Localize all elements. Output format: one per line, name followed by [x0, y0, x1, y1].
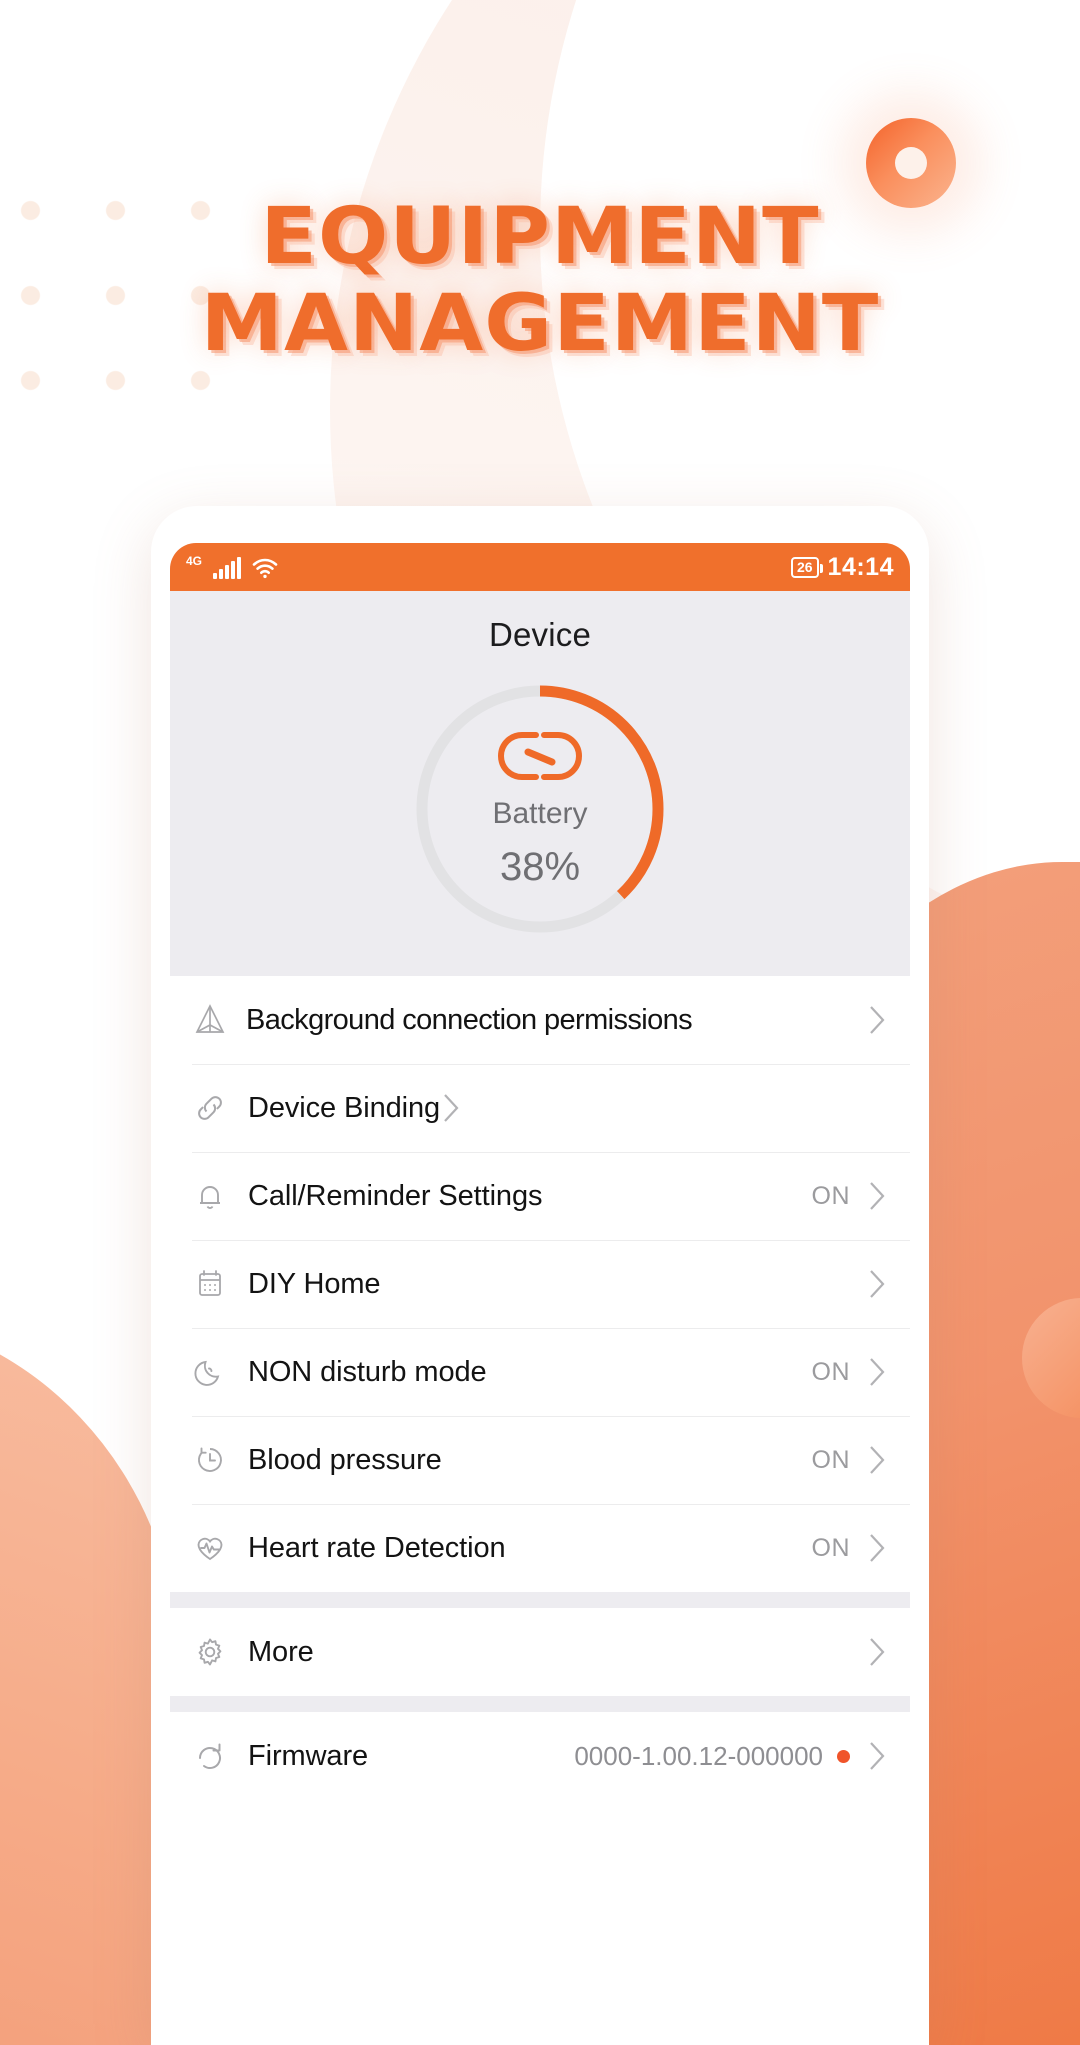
list-section-divider — [170, 1592, 910, 1608]
status-bar-clock: 14:14 — [827, 552, 894, 581]
chevron-right-icon — [866, 1635, 888, 1669]
list-item-heart-rate-detection[interactable]: Heart rate Detection ON — [170, 1504, 910, 1592]
wifi-icon — [252, 557, 278, 579]
device-title: Device — [488, 616, 592, 653]
donut-decoration-icon — [866, 118, 956, 208]
chevron-right-icon — [866, 1443, 888, 1477]
chevron-right-icon — [866, 1739, 888, 1773]
heart-pulse-icon — [192, 1530, 238, 1566]
list-item-label: Firmware — [248, 1739, 369, 1772]
list-item-diy-home[interactable]: DIY Home — [170, 1240, 910, 1328]
firmware-version-value: 0000-1.00.12-000000 — [574, 1740, 823, 1771]
list-item-non-disturb-mode[interactable]: NON disturb mode ON — [170, 1328, 910, 1416]
list-item-blood-pressure[interactable]: Blood pressure ON — [170, 1416, 910, 1504]
chevron-right-icon — [866, 1179, 888, 1213]
moon-icon — [192, 1354, 238, 1390]
battery-percentage: 38% — [499, 845, 581, 889]
battery-indicator: 26 — [790, 556, 823, 578]
status-bar: 4G 26 14:14 — [170, 543, 910, 591]
list-item-status-badge: ON — [811, 1445, 850, 1474]
list-item-label: Background connection permissions — [246, 1003, 693, 1036]
chain-link-icon — [192, 1090, 238, 1126]
chevron-right-icon — [440, 1091, 462, 1125]
list-item-background-connection-permissions[interactable]: Background connection permissions — [170, 976, 910, 1064]
chevron-right-icon — [866, 1267, 888, 1301]
phone-mockup: 4G 26 14:14 Device Battery 38% Backgroun… — [151, 506, 929, 2045]
list-item-label: More — [248, 1635, 314, 1668]
list-item-label: Call/Reminder Settings — [248, 1179, 543, 1212]
chevron-right-icon — [866, 1355, 888, 1389]
update-available-dot-icon — [837, 1749, 850, 1763]
list-item-call-reminder-settings[interactable]: Call/Reminder Settings ON — [170, 1152, 910, 1240]
battery-gauge-center: Battery 38% — [411, 680, 669, 938]
list-item-firmware[interactable]: Firmware 0000-1.00.12-000000 — [170, 1712, 910, 1800]
battery-gauge: Battery 38% — [411, 680, 669, 938]
status-bar-left: 4G — [186, 555, 278, 579]
bell-icon — [192, 1178, 238, 1214]
device-summary-card: Device Battery 38% — [170, 591, 910, 976]
list-item-label: Device Binding — [248, 1091, 441, 1124]
list-item-label: Heart rate Detection — [248, 1531, 506, 1564]
network-type-label: 4G — [186, 554, 203, 568]
background-dot-grid — [0, 168, 248, 428]
watch-face-icon — [192, 1266, 238, 1302]
refresh-icon — [192, 1738, 238, 1774]
list-item-status-badge: ON — [811, 1181, 850, 1210]
list-item-label: Blood pressure — [248, 1443, 442, 1476]
settings-list: Background connection permissions Device… — [170, 976, 910, 2045]
pyramid-icon — [192, 1002, 238, 1038]
list-item-label: NON disturb mode — [248, 1355, 487, 1388]
list-item-status-badge: ON — [811, 1533, 850, 1562]
list-item-device-binding[interactable]: Device Binding — [170, 1064, 910, 1152]
chevron-right-icon — [866, 1003, 888, 1037]
list-section-divider-2 — [170, 1696, 910, 1712]
clock-icon — [192, 1442, 238, 1478]
signal-bars-icon — [213, 557, 242, 579]
chevron-right-icon — [866, 1531, 888, 1565]
status-bar-right: 26 14:14 — [790, 552, 894, 582]
battery-label: Battery — [492, 797, 588, 830]
list-item-more[interactable]: More — [170, 1608, 910, 1696]
list-item-status-badge: ON — [811, 1357, 850, 1386]
broken-link-icon — [498, 728, 582, 789]
list-item-label: DIY Home — [248, 1267, 381, 1300]
gear-icon — [192, 1634, 238, 1670]
